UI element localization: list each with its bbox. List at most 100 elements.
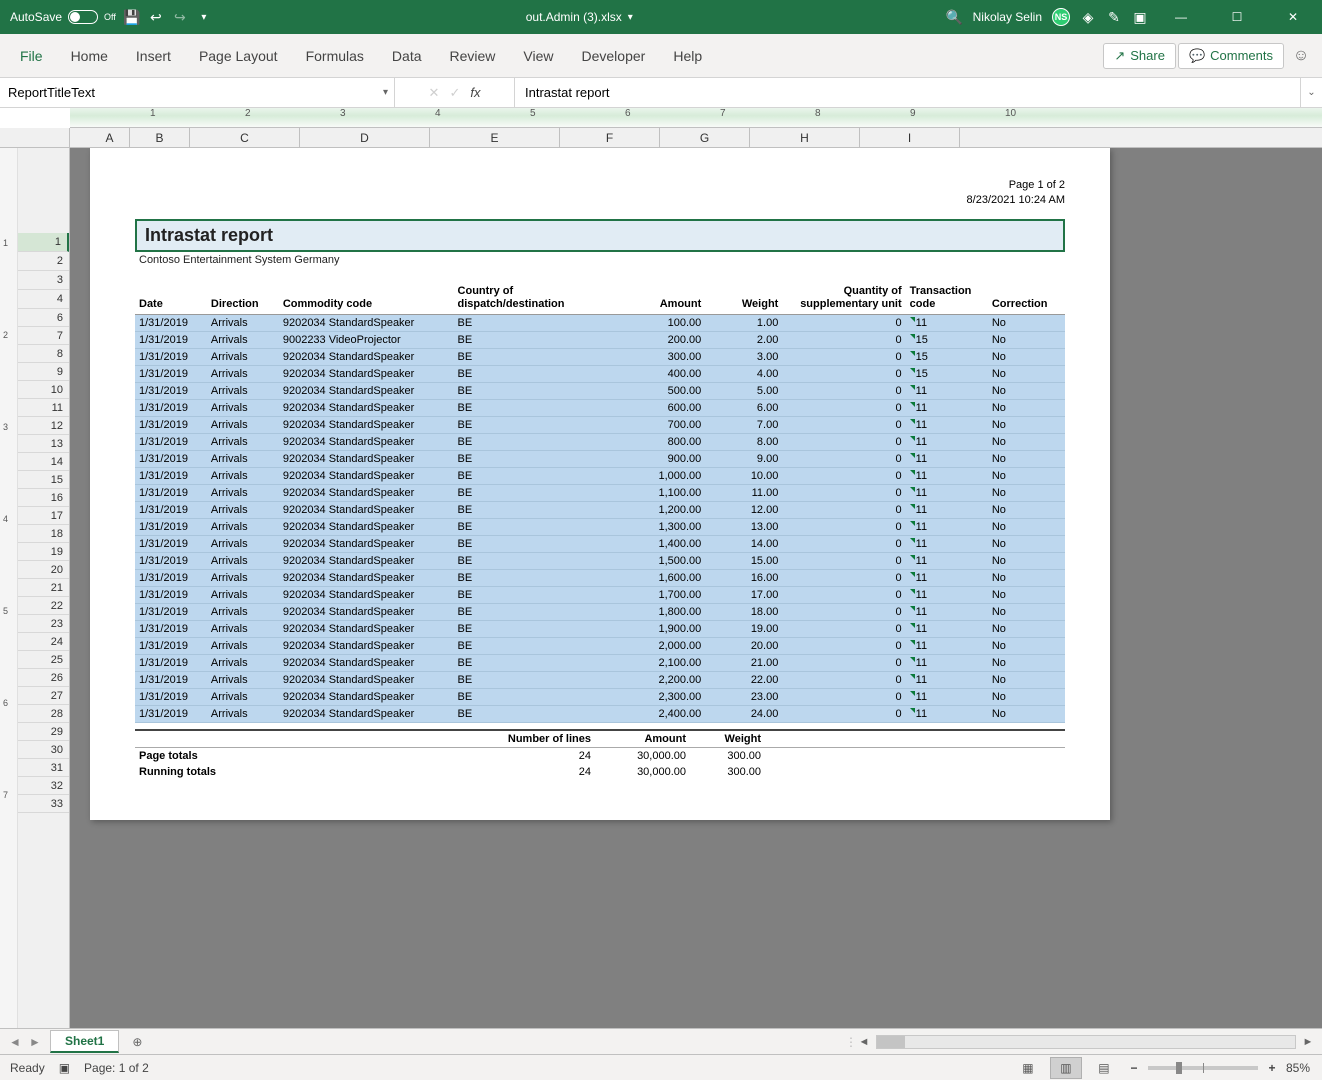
row-header-32[interactable]: 32 [18, 777, 69, 795]
table-row[interactable]: 1/31/2019Arrivals9202034 StandardSpeaker… [135, 400, 1065, 417]
sheet-canvas[interactable]: Page 1 of 2 8/23/2021 10:24 AM Intrastat… [70, 148, 1322, 1028]
account-name[interactable]: Nikolay Selin [973, 10, 1042, 24]
horizontal-ruler[interactable]: 12345678910 [70, 108, 1322, 128]
row-header-6[interactable]: 6 [18, 309, 69, 327]
table-row[interactable]: 1/31/2019Arrivals9202034 StandardSpeaker… [135, 672, 1065, 689]
col-txn[interactable]: Transaction code [906, 282, 988, 315]
row-header-9[interactable]: 9 [18, 363, 69, 381]
sheet-nav-next-icon[interactable]: ► [26, 1035, 44, 1049]
table-row[interactable]: 1/31/2019Arrivals9202034 StandardSpeaker… [135, 315, 1065, 332]
zoom-slider[interactable] [1148, 1066, 1258, 1070]
row-header-13[interactable]: 13 [18, 435, 69, 453]
column-header-A[interactable]: A [90, 128, 130, 148]
tab-split-grip-icon[interactable]: ⋮ [844, 1035, 856, 1049]
row-header-7[interactable]: 7 [18, 327, 69, 345]
select-all-corner[interactable] [0, 128, 70, 147]
search-icon[interactable]: 🔍 [947, 9, 963, 25]
macro-record-icon[interactable]: ▣ [59, 1061, 70, 1075]
col-direction[interactable]: Direction [207, 282, 279, 315]
row-header-15[interactable]: 15 [18, 471, 69, 489]
vertical-ruler[interactable]: 1234567 [0, 148, 18, 1028]
column-header-D[interactable]: D [300, 128, 430, 148]
title-dropdown-icon[interactable]: ▾ [628, 12, 633, 23]
column-header-E[interactable]: E [430, 128, 560, 148]
row-header-12[interactable]: 12 [18, 417, 69, 435]
feedback-smiley-icon[interactable]: ☺ [1286, 47, 1316, 65]
row-header-4[interactable]: 4 [18, 290, 69, 309]
row-header-16[interactable]: 16 [18, 489, 69, 507]
table-row[interactable]: 1/31/2019Arrivals9202034 StandardSpeaker… [135, 621, 1065, 638]
table-row[interactable]: 1/31/2019Arrivals9202034 StandardSpeaker… [135, 349, 1065, 366]
row-header-26[interactable]: 26 [18, 669, 69, 687]
autosave-toggle[interactable]: AutoSave Off [10, 10, 116, 24]
sheet-tab-sheet1[interactable]: Sheet1 [50, 1030, 119, 1053]
col-commodity[interactable]: Commodity code [279, 282, 454, 315]
redo-icon[interactable]: ↪ [172, 9, 188, 25]
row-header-11[interactable]: 11 [18, 399, 69, 417]
minimize-button[interactable]: — [1158, 0, 1204, 34]
ribbon-tab-page-layout[interactable]: Page Layout [185, 34, 292, 78]
row-header-30[interactable]: 30 [18, 741, 69, 759]
view-pagebreak-icon[interactable]: ▤ [1088, 1057, 1120, 1079]
row-header-1[interactable]: 1 [18, 233, 69, 252]
sheet-nav-prev-icon[interactable]: ◄ [6, 1035, 24, 1049]
row-header-25[interactable]: 25 [18, 651, 69, 669]
diamond-icon[interactable]: ◈ [1080, 9, 1096, 25]
col-country[interactable]: Country of dispatch/destination [454, 282, 608, 315]
ribbon-tab-data[interactable]: Data [378, 34, 436, 78]
add-sheet-button[interactable]: ⊕ [125, 1030, 149, 1054]
formula-expand-icon[interactable]: ⌄ [1300, 78, 1322, 107]
row-header-17[interactable]: 17 [18, 507, 69, 525]
row-header-22[interactable]: 22 [18, 597, 69, 615]
view-pagelayout-icon[interactable]: ▥ [1050, 1057, 1082, 1079]
save-icon[interactable]: 💾 [124, 9, 140, 25]
ribbon-tab-help[interactable]: Help [659, 34, 716, 78]
ribbon-tab-insert[interactable]: Insert [122, 34, 185, 78]
name-box[interactable]: ReportTitleText ▾ [0, 78, 395, 107]
table-row[interactable]: 1/31/2019Arrivals9202034 StandardSpeaker… [135, 417, 1065, 434]
row-header-31[interactable]: 31 [18, 759, 69, 777]
ribbon-tab-developer[interactable]: Developer [568, 34, 660, 78]
formula-input[interactable]: Intrastat report [515, 78, 1300, 107]
row-header-20[interactable]: 20 [18, 561, 69, 579]
hscroll-thumb[interactable] [877, 1036, 905, 1048]
row-header-19[interactable]: 19 [18, 543, 69, 561]
table-row[interactable]: 1/31/2019Arrivals9202034 StandardSpeaker… [135, 366, 1065, 383]
column-header-G[interactable]: G [660, 128, 750, 148]
share-button[interactable]: ↗Share [1103, 43, 1176, 69]
row-header-29[interactable]: 29 [18, 723, 69, 741]
column-header-B[interactable]: B [130, 128, 190, 148]
row-header-21[interactable]: 21 [18, 579, 69, 597]
table-row[interactable]: 1/31/2019Arrivals9202034 StandardSpeaker… [135, 536, 1065, 553]
table-row[interactable]: 1/31/2019Arrivals9202034 StandardSpeaker… [135, 706, 1065, 723]
maximize-button[interactable]: ☐ [1214, 0, 1260, 34]
enter-icon[interactable]: ✓ [449, 85, 460, 101]
table-row[interactable]: 1/31/2019Arrivals9202034 StandardSpeaker… [135, 502, 1065, 519]
column-header-F[interactable]: F [560, 128, 660, 148]
column-header-I[interactable]: I [860, 128, 960, 148]
ribbon-tab-file[interactable]: File [6, 34, 57, 78]
row-header-3[interactable]: 3 [18, 271, 69, 290]
row-header-27[interactable]: 27 [18, 687, 69, 705]
fx-icon[interactable]: fx [470, 85, 480, 100]
zoom-out-button[interactable]: − [1126, 1061, 1142, 1075]
table-row[interactable]: 1/31/2019Arrivals9202034 StandardSpeaker… [135, 468, 1065, 485]
table-row[interactable]: 1/31/2019Arrivals9202034 StandardSpeaker… [135, 553, 1065, 570]
brush-icon[interactable]: ✎ [1106, 9, 1122, 25]
report-title-cell[interactable]: Intrastat report [135, 219, 1065, 252]
table-row[interactable]: 1/31/2019Arrivals9202034 StandardSpeaker… [135, 485, 1065, 502]
row-header-23[interactable]: 23 [18, 615, 69, 633]
view-normal-icon[interactable]: ▦ [1012, 1057, 1044, 1079]
column-header-C[interactable]: C [190, 128, 300, 148]
undo-icon[interactable]: ↩ [148, 9, 164, 25]
col-qty[interactable]: Quantity of supplementary unit [782, 282, 905, 315]
table-row[interactable]: 1/31/2019Arrivals9002233 VideoProjectorB… [135, 332, 1065, 349]
close-button[interactable]: ✕ [1270, 0, 1316, 34]
zoom-percent[interactable]: 85% [1286, 1061, 1310, 1075]
table-row[interactable]: 1/31/2019Arrivals9202034 StandardSpeaker… [135, 655, 1065, 672]
col-date[interactable]: Date [135, 282, 207, 315]
row-header-2[interactable]: 2 [18, 252, 69, 271]
row-header-14[interactable]: 14 [18, 453, 69, 471]
table-row[interactable]: 1/31/2019Arrivals9202034 StandardSpeaker… [135, 519, 1065, 536]
window-mode-icon[interactable]: ▣ [1132, 9, 1148, 25]
